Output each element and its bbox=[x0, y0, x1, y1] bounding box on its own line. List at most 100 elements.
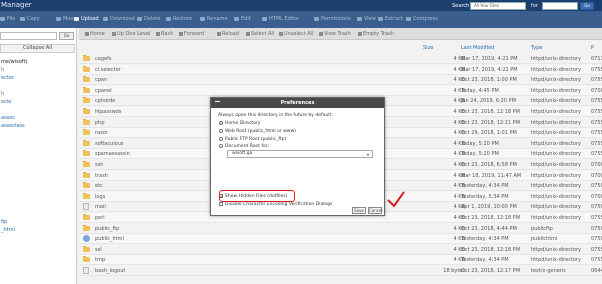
search-go-button[interactable]: Go bbox=[580, 2, 594, 10]
file-row[interactable]: cpan 4 KB Oct 23, 2018, 1:00 PM httpd/unix-… bbox=[79, 75, 602, 86]
tree-item[interactable] bbox=[0, 210, 77, 218]
empty-trash-button[interactable]: Empty Trash bbox=[358, 31, 394, 37]
file-list-header: Size Last Modified Type P bbox=[79, 45, 602, 53]
toolbar-permissions-button[interactable]: Permissions bbox=[314, 16, 351, 22]
radio-icon[interactable] bbox=[219, 129, 223, 133]
search-scope-select[interactable]: All Your Files bbox=[470, 2, 526, 10]
tree-item[interactable] bbox=[0, 154, 77, 162]
folder-icon bbox=[83, 224, 90, 231]
up-level-button[interactable]: Up One Level bbox=[112, 31, 150, 37]
file-row[interactable]: cl.selector 4 KB Mar 17, 2019, 4:21 PM http… bbox=[79, 64, 602, 75]
disable-encoding-checkbox[interactable]: Disable Character Encoding Verification … bbox=[219, 202, 332, 207]
file-size: 4 KB bbox=[453, 98, 465, 105]
file-permissions: 0750 bbox=[591, 225, 602, 232]
trash-button[interactable]: View Trash bbox=[319, 31, 351, 37]
file-modified: Oct 23, 2018, 12:18 PM bbox=[461, 109, 521, 115]
back-button[interactable]: Back bbox=[156, 31, 173, 37]
tree-item[interactable] bbox=[0, 186, 77, 194]
path-go-button[interactable]: Go bbox=[59, 32, 74, 40]
file-row[interactable]: public_ftp 4 KB Oct 23, 2018, 4:44 PM publi… bbox=[79, 224, 602, 234]
file-row[interactable]: tmp 4 KB Yesterday, 4:34 PM httpd/unix-dire… bbox=[79, 255, 602, 266]
permissions-column-header[interactable]: P bbox=[591, 45, 594, 51]
file-type: httpd/unix-directory bbox=[531, 87, 581, 94]
file-row[interactable]: bash_logout 18 bytes Oct 23, 2018, 12:17 P… bbox=[79, 266, 602, 276]
toolbar-extract-button[interactable]: Extract bbox=[378, 16, 403, 22]
file-size: 4 KB bbox=[453, 87, 465, 94]
toolbar-compress-button[interactable]: Compress bbox=[406, 16, 438, 22]
tree-item[interactable] bbox=[0, 202, 77, 210]
save-button[interactable]: Save bbox=[352, 207, 366, 214]
dialog-title: Preferences bbox=[211, 98, 384, 108]
collapse-all-button[interactable]: Collapse All bbox=[0, 44, 75, 53]
option-document-root[interactable]: Document Root for: bbox=[219, 144, 269, 149]
file-type: httpd/unix-directory bbox=[531, 66, 581, 73]
tree-item[interactable] bbox=[0, 82, 77, 90]
toolbar-upload-button[interactable]: Upload bbox=[74, 16, 99, 22]
file-row[interactable]: ssl 4 KB Oct 23, 2018, 12:18 PM httpd/unix-… bbox=[79, 245, 602, 255]
option-home-directory[interactable]: Home Directory bbox=[219, 121, 260, 126]
tree-item[interactable]: ocle bbox=[0, 98, 77, 106]
select-all-button[interactable]: Select All bbox=[246, 31, 274, 37]
tree-item[interactable]: me/wisoft) bbox=[0, 58, 77, 66]
cancel-button[interactable]: Cancel bbox=[368, 207, 383, 214]
file-size: 4 KB bbox=[453, 225, 465, 232]
radio-icon[interactable] bbox=[219, 137, 223, 141]
file-permissions: 0755 bbox=[591, 140, 602, 147]
file-row[interactable]: public_html 4 KB Yesterday, 4:34 PM publich… bbox=[79, 234, 602, 245]
tree-item[interactable]: assoc bbox=[0, 114, 77, 122]
tree-item[interactable] bbox=[0, 146, 77, 154]
tree-item[interactable] bbox=[0, 138, 77, 146]
option-public-ftp-root[interactable]: Public FTP Root (public_ftp) bbox=[219, 137, 286, 142]
search-input[interactable] bbox=[542, 2, 578, 10]
tree-item[interactable] bbox=[0, 130, 77, 138]
file-type: httpd/unix-directory bbox=[531, 130, 581, 137]
tree-item[interactable] bbox=[0, 234, 77, 242]
radio-selected-icon[interactable] bbox=[219, 121, 223, 125]
tree-item[interactable]: h bbox=[0, 66, 77, 74]
tree-item[interactable] bbox=[0, 242, 77, 250]
type-column-header[interactable]: Type bbox=[531, 45, 542, 51]
file-permissions: 0700 bbox=[591, 162, 602, 168]
toolbar-copy-button[interactable]: Copy bbox=[20, 16, 40, 22]
toolbar-restore-button[interactable]: Restore bbox=[166, 16, 192, 22]
tree-item[interactable]: assoclass bbox=[0, 122, 77, 130]
file-type: httpd/unix-directory bbox=[531, 193, 581, 200]
file-name: softaculous bbox=[95, 140, 124, 147]
file-permissions: 0750 bbox=[591, 183, 602, 190]
folder-icon bbox=[83, 150, 90, 157]
tree-item[interactable] bbox=[0, 178, 77, 186]
toolbar-html-editor-button[interactable]: HTML Editor bbox=[262, 16, 299, 22]
tree-item[interactable] bbox=[0, 162, 77, 170]
document-root-select[interactable]: wisoft.ga ▾ bbox=[227, 150, 373, 158]
forward-button[interactable]: Forward bbox=[179, 31, 204, 37]
toolbar-download-button[interactable]: Download bbox=[103, 16, 135, 22]
reload-button[interactable]: Reload bbox=[217, 31, 239, 37]
size-column-header[interactable]: Size bbox=[423, 45, 433, 51]
tree-item[interactable]: _html bbox=[0, 226, 77, 234]
file-permissions: 0755 bbox=[591, 109, 602, 115]
minimize-icon[interactable] bbox=[215, 99, 220, 102]
toolbar-edit-button[interactable]: Edit bbox=[234, 16, 251, 22]
tree-item[interactable] bbox=[0, 194, 77, 202]
file-name: spamassassin bbox=[95, 151, 130, 158]
tree-item[interactable]: h bbox=[0, 90, 77, 98]
home-button[interactable]: Home bbox=[85, 31, 105, 37]
tree-item[interactable]: fip bbox=[0, 218, 77, 226]
folder-icon bbox=[83, 182, 90, 189]
tree-item[interactable] bbox=[0, 106, 77, 114]
file-row[interactable]: cagefs 4 KB Mar 17, 2019, 4:21 PM httpd/uni… bbox=[79, 54, 602, 64]
file-size: 4 KB bbox=[453, 257, 465, 264]
unselect-all-button[interactable]: Unselect All bbox=[279, 31, 313, 37]
file-row[interactable]: cpanel 4 KB Today, 4:45 PM httpd/unix-direc… bbox=[79, 85, 602, 96]
modified-column-header[interactable]: Last Modified bbox=[461, 45, 494, 51]
tree-item[interactable] bbox=[0, 170, 77, 178]
radio-icon[interactable] bbox=[219, 144, 223, 148]
toolbar-view-button[interactable]: View bbox=[357, 16, 376, 22]
path-input[interactable] bbox=[0, 32, 57, 40]
toolbar-new-file-button[interactable]: File bbox=[0, 16, 15, 22]
toolbar-rename-button[interactable]: Rename bbox=[200, 16, 228, 22]
toolbar-delete-button[interactable]: Delete bbox=[137, 16, 160, 22]
checkbox-icon[interactable] bbox=[219, 202, 223, 206]
tree-item[interactable]: ector bbox=[0, 74, 77, 82]
option-web-root[interactable]: Web Root (public_html or www) bbox=[219, 129, 296, 134]
